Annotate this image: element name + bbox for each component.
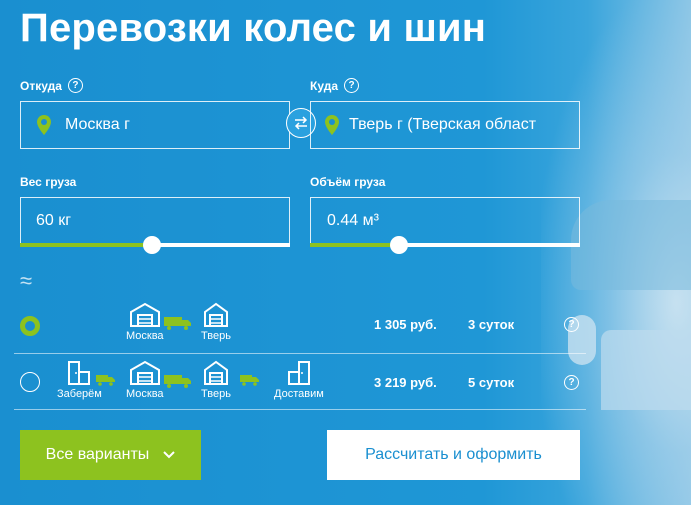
small-truck-icon	[240, 375, 259, 386]
to-field[interactable]	[310, 101, 580, 149]
warehouse-step: Тверь	[201, 302, 231, 342]
option-2-help-icon[interactable]: ?	[564, 375, 579, 390]
option-1-price: 1 305 руб.	[374, 317, 437, 332]
delivery-option-2[interactable]: Заберём Москва Тверь Доставим 3 219 руб.…	[14, 354, 594, 412]
warehouse-icon	[203, 360, 228, 385]
option-2-radio[interactable]	[20, 372, 40, 392]
weight-input[interactable]	[36, 212, 289, 230]
weight-slider-fill	[20, 243, 152, 247]
volume-slider-handle[interactable]	[390, 236, 408, 254]
from-input[interactable]	[65, 116, 289, 134]
delivery-step: Доставим	[274, 360, 324, 400]
location-pin-icon	[37, 115, 51, 135]
weight-slider[interactable]	[20, 236, 290, 254]
option-2-price: 3 219 руб.	[374, 375, 437, 390]
volume-field[interactable]	[310, 197, 580, 245]
small-truck-icon	[96, 375, 115, 386]
option-1-days: 3 суток	[468, 317, 515, 332]
warehouse-icon	[129, 302, 160, 327]
option-2-days: 5 суток	[468, 375, 515, 390]
chevron-down-icon	[163, 451, 176, 459]
to-input[interactable]	[349, 116, 579, 134]
volume-input[interactable]	[327, 212, 579, 230]
location-pin-icon	[325, 115, 339, 135]
warehouse-step: Тверь	[201, 360, 231, 400]
page-title: Перевозки колес и шин	[20, 6, 487, 50]
swap-arrows-icon	[294, 116, 308, 130]
divider	[14, 409, 586, 410]
door-delivery-icon	[287, 361, 310, 385]
to-label: Куда ?	[310, 78, 359, 93]
all-variants-button[interactable]: Все варианты	[20, 430, 201, 480]
approx-icon: ≈	[20, 268, 33, 293]
weight-label: Вес груза	[20, 175, 77, 189]
volume-label: Объём груза	[310, 175, 386, 189]
truck-icon	[164, 317, 191, 330]
from-label: Откуда ?	[20, 78, 83, 93]
warehouse-step: Москва	[126, 360, 164, 400]
option-1-radio[interactable]	[20, 316, 40, 336]
warehouse-step: Москва	[126, 302, 164, 342]
from-field[interactable]	[20, 101, 290, 149]
door-pickup-icon	[68, 361, 91, 385]
from-help-icon[interactable]: ?	[67, 78, 83, 93]
volume-slider[interactable]	[310, 236, 580, 254]
calculate-order-button[interactable]: Рассчитать и оформить	[327, 430, 580, 480]
volume-slider-fill	[310, 243, 399, 247]
weight-slider-handle[interactable]	[143, 236, 161, 254]
option-1-help-icon[interactable]: ?	[564, 317, 579, 332]
to-help-icon[interactable]: ?	[344, 78, 359, 93]
warehouse-icon	[129, 360, 160, 385]
truck-icon	[164, 375, 191, 388]
delivery-option-1[interactable]: Москва Тверь 1 305 руб. 3 суток ?	[14, 296, 594, 354]
warehouse-icon	[203, 302, 228, 327]
